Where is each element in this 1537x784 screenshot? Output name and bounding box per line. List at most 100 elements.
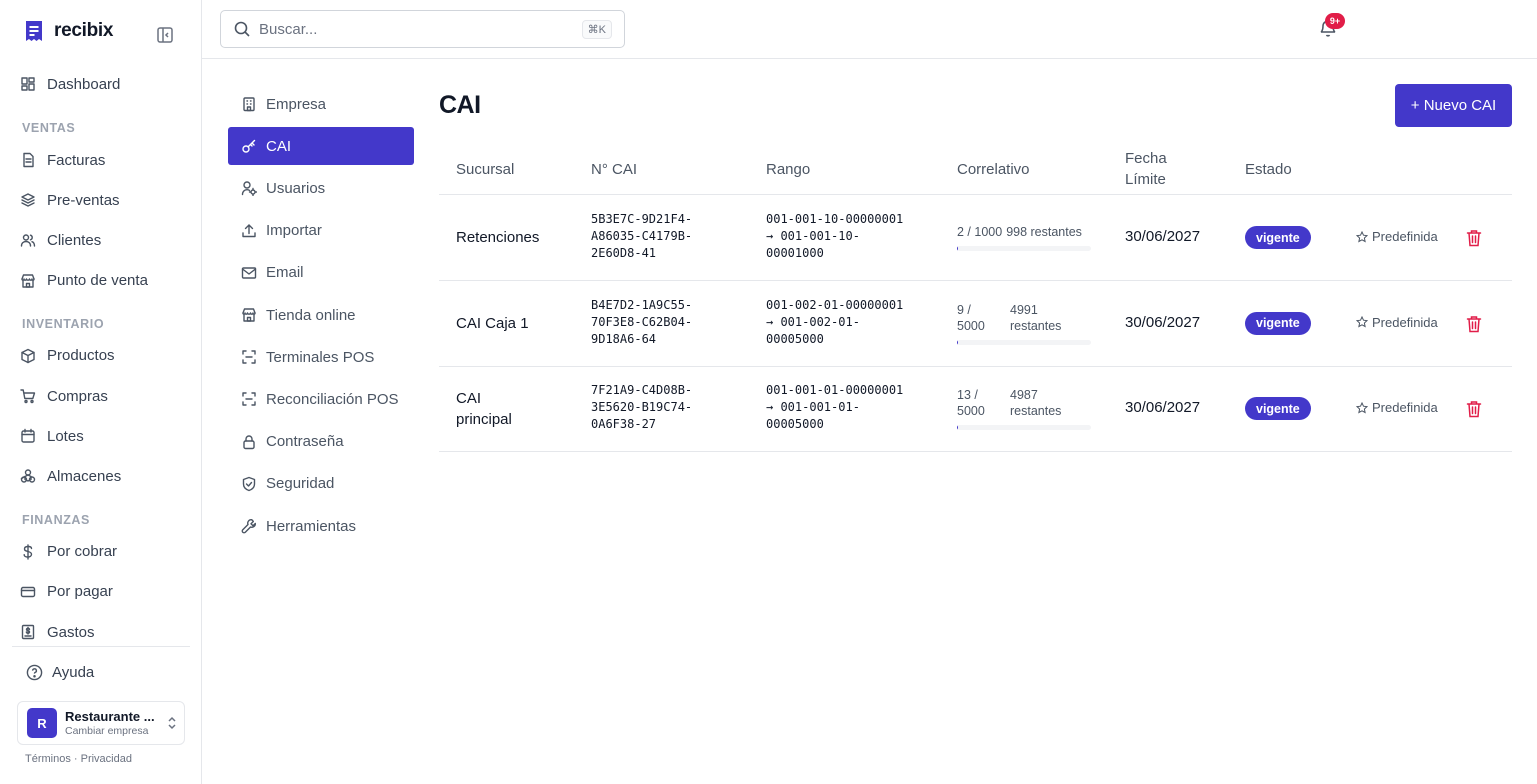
sidebar-item-compras[interactable]: Compras: [20, 382, 108, 410]
calendar-icon: [21, 428, 35, 443]
header-estado: Estado: [1245, 161, 1292, 178]
settings-item-label: Terminales POS: [266, 348, 375, 366]
company-subtitle: Cambiar empresa: [65, 725, 149, 737]
section-title-inventario: INVENTARIO: [22, 316, 105, 331]
corr_used-line: 5000: [957, 318, 985, 333]
predefinida-label: Predefinida: [1372, 314, 1438, 330]
status-badge: vigente: [1245, 311, 1311, 335]
cai-line: 9D18A6-64: [591, 331, 657, 346]
settings-item-terminales-pos[interactable]: Terminales POS: [228, 338, 414, 376]
settings-item-seguridad[interactable]: Seguridad: [228, 465, 414, 503]
settings-item-cai[interactable]: CAI: [228, 127, 414, 166]
sidebar-item-dashboard[interactable]: Dashboard: [20, 70, 120, 98]
corr_left-line: 4987: [1010, 388, 1038, 402]
layers-icon: [21, 193, 35, 207]
cai-line: 7F21A9-C4D08B-: [591, 383, 693, 397]
sidebar-item-punto-de-venta[interactable]: Punto de venta: [20, 267, 148, 295]
predefinida-button[interactable]: Predefinida: [1356, 229, 1438, 244]
boxes-icon: [20, 469, 36, 484]
sidebar-item-almacenes[interactable]: Almacenes: [20, 462, 121, 490]
package-icon: [21, 348, 35, 363]
settings-item-tienda-online[interactable]: Tienda online: [228, 296, 414, 334]
settings-item-contraseña[interactable]: Contraseña: [228, 423, 414, 461]
predefinida-button[interactable]: Predefinida: [1356, 315, 1438, 330]
store-icon: [21, 273, 35, 288]
sidebar-item-productos[interactable]: Productos: [20, 342, 115, 370]
predefinida-label: Predefinida: [1372, 400, 1438, 415]
sidebar-item-por-pagar[interactable]: Por pagar: [20, 578, 113, 606]
settings-item-label: Herramientas: [266, 517, 357, 535]
footer-links[interactable]: Términos · Privacidad: [25, 753, 132, 765]
cai-line: 5B3E7C-9D21F4-: [591, 212, 693, 226]
corr_used-line: 13 /: [957, 388, 978, 402]
corr_left-line: 998 restantes: [1006, 225, 1082, 239]
settings-item-usuarios[interactable]: Usuarios: [228, 169, 414, 207]
rango-line: 00001000: [766, 246, 824, 260]
cell-sucursal: Retenciones: [456, 227, 539, 248]
sidebar: recibix Dashboard VENTAS Facturas Pre-venta…: [0, 0, 202, 784]
correlativo-remaining: 4991 restantes: [1010, 302, 1061, 334]
settings-item-empresa[interactable]: Empresa: [228, 85, 414, 123]
table-row: CAI Caja 1 B4E7D2-1A9C55- 70F3E8-C62B04- 9D…: [439, 281, 1512, 367]
corr_left-line: restantes: [1010, 318, 1062, 333]
rango-line: 001-002-01-00000001: [766, 297, 904, 312]
sidebar-item-facturas[interactable]: Facturas: [20, 146, 105, 174]
rango-line: → 001-001-10-: [766, 229, 860, 243]
upload-icon: [242, 223, 256, 237]
sidebar-item-label: Por pagar: [47, 583, 113, 601]
company-switcher[interactable]: R Restaurante ... Cambiar empresa: [17, 701, 185, 745]
sidebar-item-pre-ventas[interactable]: Pre-ventas: [20, 186, 120, 214]
search-box[interactable]: ⌘K: [220, 10, 625, 48]
new-cai-button[interactable]: + Nuevo CAI: [1395, 84, 1512, 127]
search-input[interactable]: [259, 20, 559, 38]
cai-line: A86035-C4179B-: [591, 229, 693, 243]
settings-item-reconciliación-pos[interactable]: Reconciliación POS: [228, 380, 414, 418]
store-icon: [242, 308, 256, 322]
topbar: ⌘K 9+: [202, 0, 1537, 59]
cell-cai: 7F21A9-C4D08B- 3E5620-B19C74- 0A6F38-27: [591, 382, 721, 433]
mail-icon: [241, 267, 257, 279]
correlativo-remaining: 998 restantes: [1006, 224, 1082, 240]
trash-icon[interactable]: [1466, 229, 1482, 247]
sidebar-item-gastos[interactable]: Gastos: [20, 618, 95, 646]
lock-icon: [243, 434, 255, 449]
settings-item-herramientas[interactable]: Herramientas: [228, 507, 414, 545]
credit-card-icon: [20, 586, 36, 597]
table-row: CAI principal 7F21A9-C4D08B- 3E5620-B19C74-…: [439, 366, 1512, 452]
users-icon: [20, 234, 36, 248]
section-title-finanzas: FINANZAS: [22, 512, 90, 527]
rango-line: 00005000: [766, 417, 824, 431]
cell-correlativo: 9 /5000 4991 restantes: [957, 302, 1091, 345]
company-avatar: R: [27, 708, 57, 738]
settings-item-label: Usuarios: [266, 179, 326, 197]
header-fecha-line1: Fecha: [1125, 150, 1167, 167]
status-badge: vigente: [1245, 397, 1311, 420]
rango-line: → 001-001-01-: [766, 400, 860, 414]
trash-icon[interactable]: [1466, 315, 1482, 333]
settings-item-label: Importar: [266, 222, 322, 240]
sidebar-item-por-cobrar[interactable]: Por cobrar: [20, 538, 117, 566]
predefinida-button[interactable]: Predefinida: [1356, 400, 1438, 415]
sidebar-item-label: Por cobrar: [47, 543, 118, 561]
user-cog-icon: [241, 181, 257, 197]
settings-item-label: Seguridad: [266, 475, 335, 493]
brand[interactable]: recibix: [24, 20, 113, 42]
help-icon: [26, 664, 43, 681]
settings-item-importar[interactable]: Importar: [228, 212, 414, 250]
collapse-sidebar-icon[interactable]: [156, 26, 174, 44]
cell-cai: B4E7D2-1A9C55- 70F3E8-C62B04- 9D18A6-64: [591, 297, 721, 348]
cai-line: B4E7D2-1A9C55-: [591, 297, 693, 312]
settings-item-label: Email: [266, 264, 304, 282]
rango-line: → 001-002-01-: [766, 314, 860, 329]
help-link[interactable]: Ayuda: [26, 664, 94, 681]
settings-item-email[interactable]: Email: [228, 254, 414, 292]
status-badge: vigente: [1245, 226, 1311, 249]
sidebar-item-lotes[interactable]: Lotes: [20, 422, 84, 450]
corr_left-line: 4991: [1010, 302, 1038, 317]
cai-line: 2E60D8-41: [591, 246, 657, 260]
chevrons-up-down-icon: [168, 716, 176, 730]
cell-fecha: 30/06/2027: [1125, 228, 1201, 245]
predefinida-label: Predefinida: [1372, 229, 1438, 244]
trash-icon[interactable]: [1466, 400, 1482, 418]
sidebar-item-clientes[interactable]: Clientes: [20, 226, 101, 254]
